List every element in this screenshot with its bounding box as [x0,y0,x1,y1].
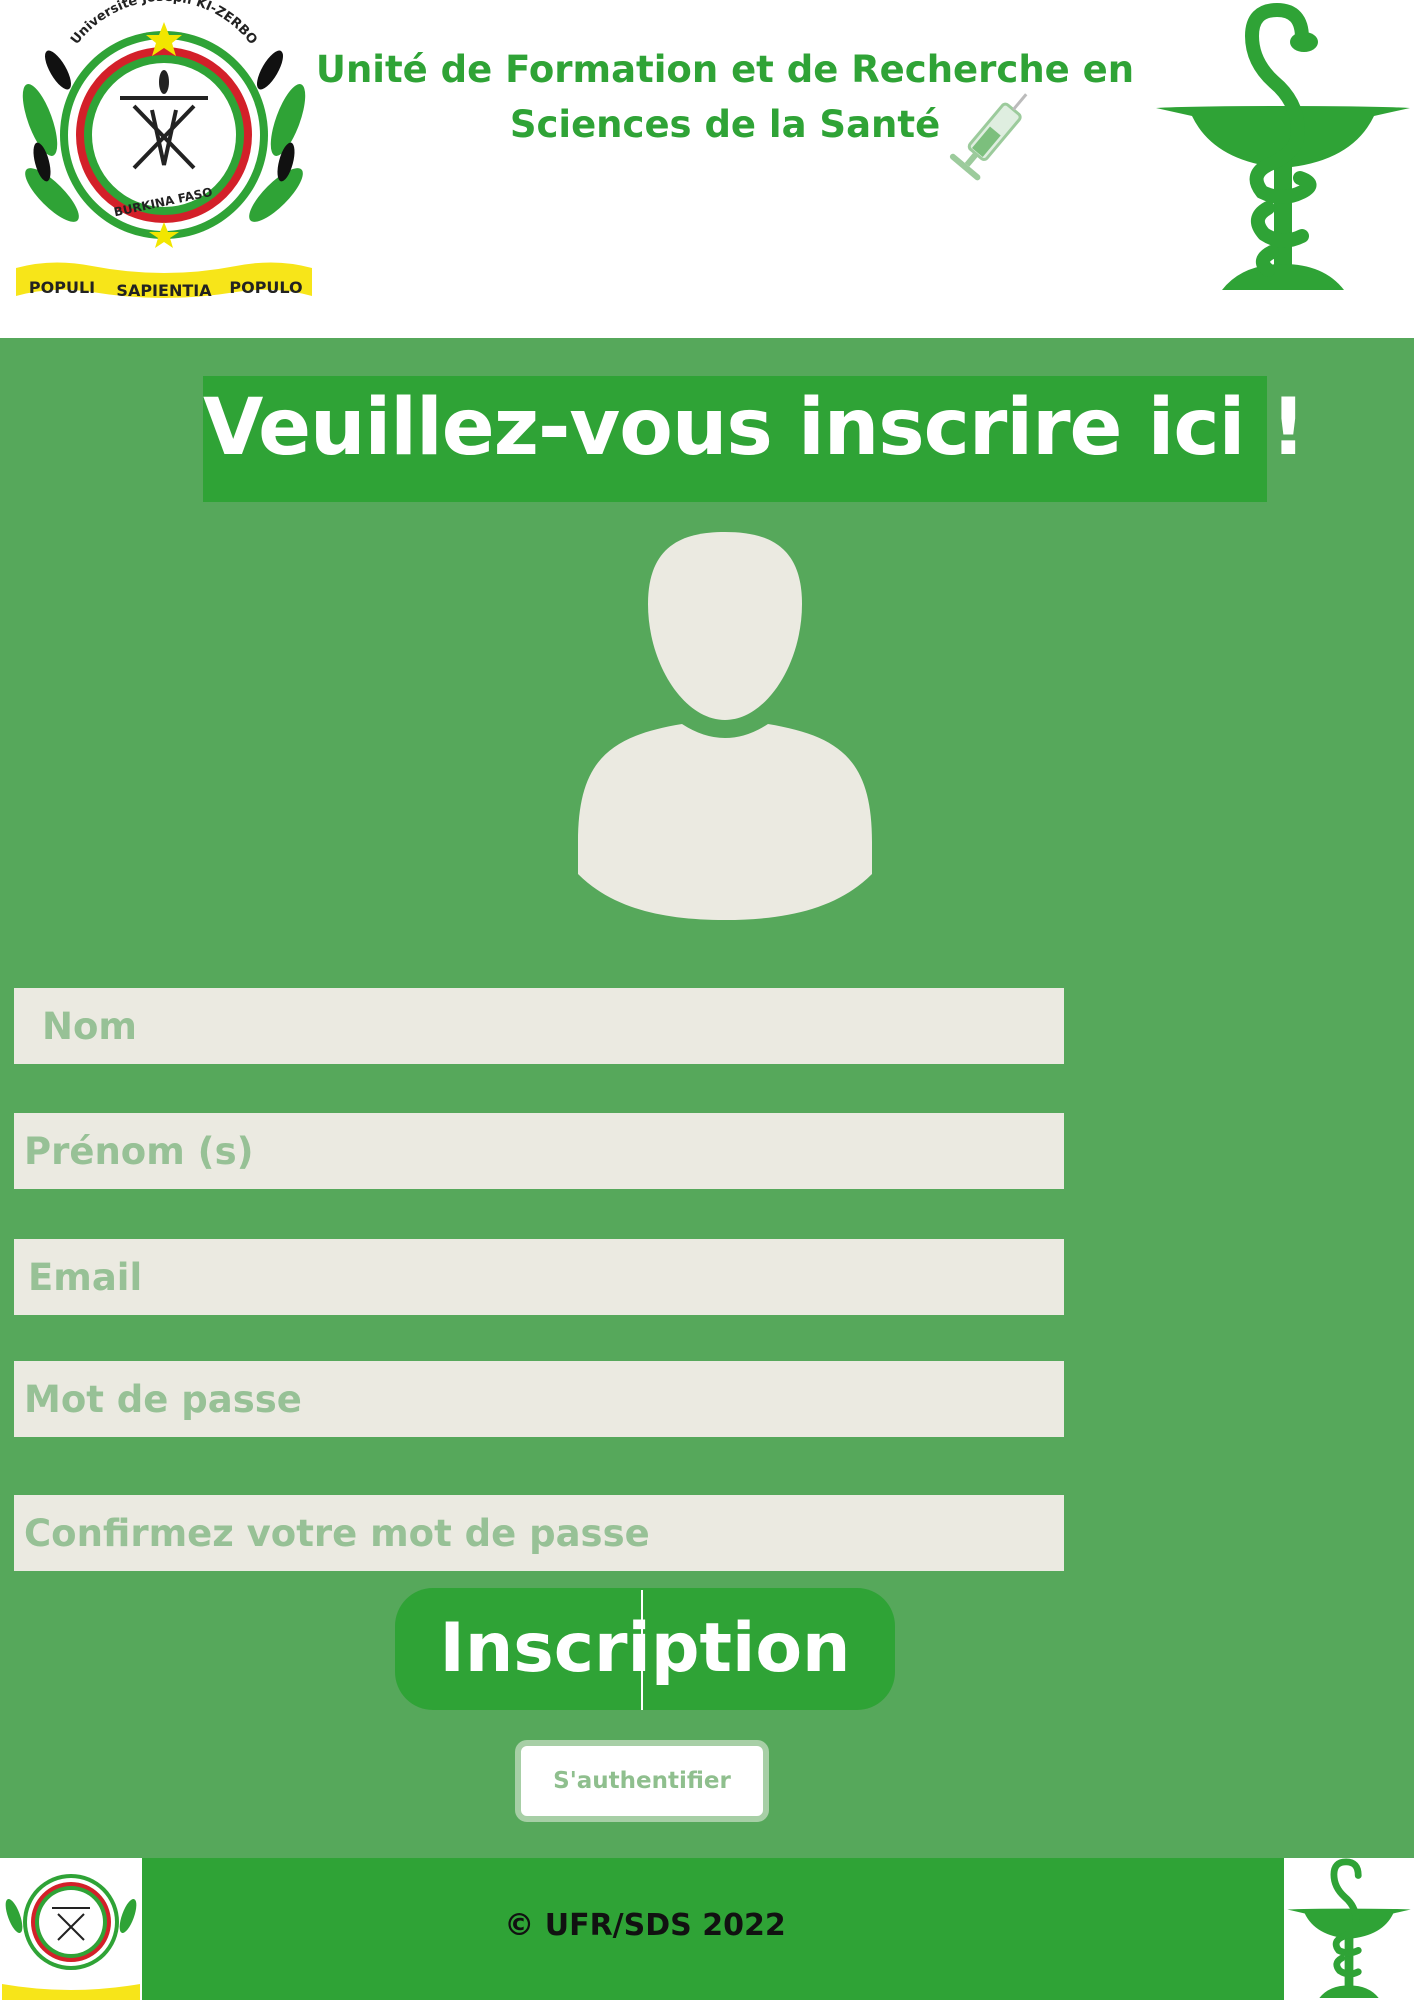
institution-title-line1: Unité de Formation et de Recherche en [315,48,1135,91]
nom-field[interactable] [14,988,1064,1064]
university-seal-icon: BURKINA FASO Université Joseph KI-ZERBO … [16,0,312,300]
registration-panel: Veuillez-vous inscrire ici ! Inscription… [0,338,1414,1858]
seal-motto-1: POPULI [29,278,95,297]
syringe-icon [949,93,1028,181]
page-title: Veuillez-vous inscrire ici ! [203,376,1306,502]
footer-caduceus [1284,1858,1414,2000]
page-header: BURKINA FASO Université Joseph KI-ZERBO … [0,0,1414,338]
copyright-text: © UFR/SDS 2022 [504,1908,786,1943]
confirm-password-field[interactable] [14,1495,1064,1571]
user-avatar-icon [578,532,872,920]
caduceus-icon [1156,2,1410,290]
text-cursor [641,1590,643,1710]
password-field[interactable] [14,1361,1064,1437]
prenom-field[interactable] [14,1113,1064,1189]
university-seal-icon [2,1874,140,2000]
inscription-button[interactable]: Inscription [395,1588,895,1710]
seal-motto-3: POPULO [229,278,302,297]
authenticate-button[interactable]: S'authentifier [515,1740,769,1822]
caduceus-icon [1287,1858,1411,1999]
footer-university-seal [0,1858,142,2000]
seal-motto-2: SAPIENTIA [116,281,212,300]
page-footer: © UFR/SDS 2022 [0,1858,1414,2000]
email-field[interactable] [14,1239,1064,1315]
